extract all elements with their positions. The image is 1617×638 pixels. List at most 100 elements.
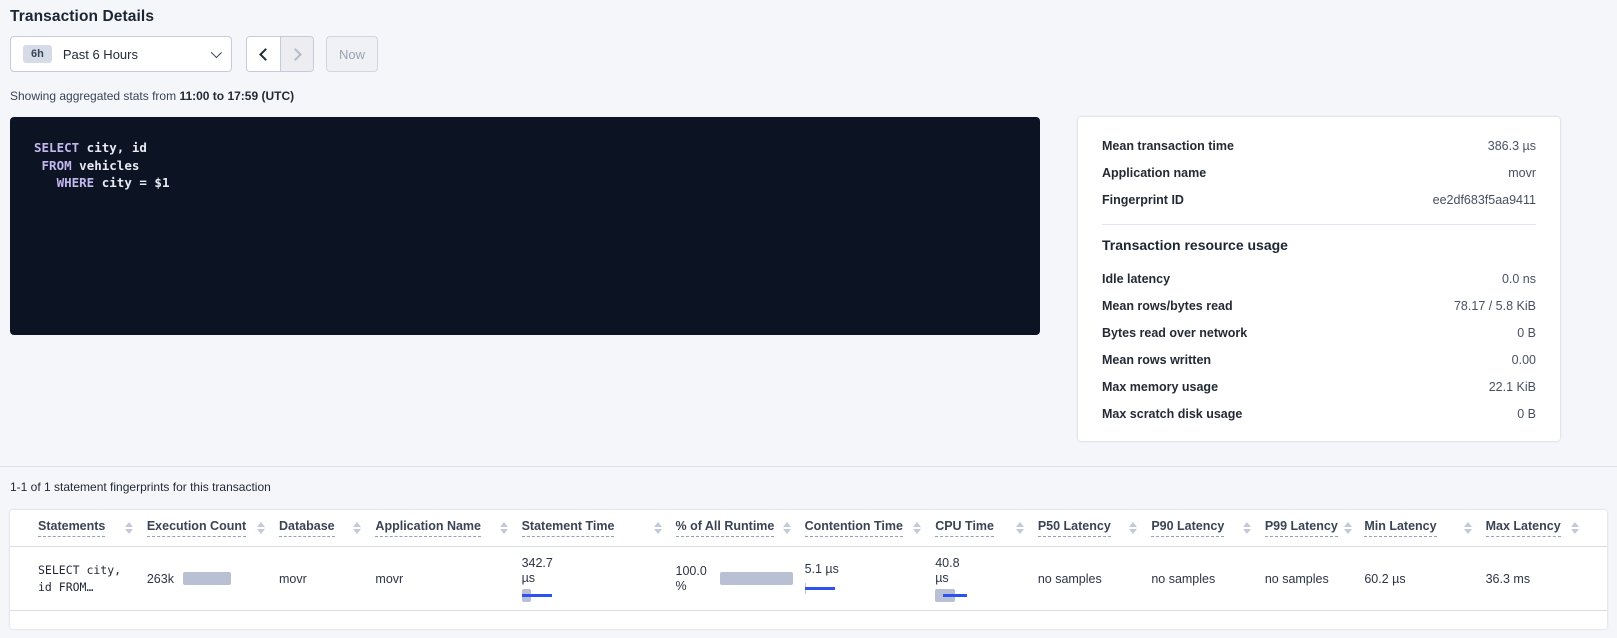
stat-value: 0 B xyxy=(1517,407,1536,421)
column-header-max-latency: Max Latency xyxy=(1486,519,1593,537)
cpu-time-value: 40.8 xyxy=(935,556,979,571)
chevron-right-icon xyxy=(289,48,302,61)
column-header-statement-time: Statement Time xyxy=(522,519,676,537)
sort-icon[interactable] xyxy=(913,522,921,534)
column-header-execution-count: Execution Count xyxy=(147,519,279,537)
transaction-summary-panel: Mean transaction time 386.3 µs Applicati… xyxy=(1078,117,1560,441)
execution-count-value: 263k xyxy=(147,572,174,586)
statement-fingerprint-link[interactable]: SELECT city, id FROM… xyxy=(38,562,147,596)
stat-label: Max scratch disk usage xyxy=(1102,407,1242,421)
sort-icon[interactable] xyxy=(1243,522,1251,534)
p50-latency-cell: no samples xyxy=(1038,572,1152,586)
contention-time-cell: 5.1 µs xyxy=(805,562,936,595)
cpu-time-cell: 40.8 µs xyxy=(935,556,1038,602)
statement-time-value: 342.7 xyxy=(522,556,566,571)
transaction-details-page: Transaction Details 6h Past 6 Hours Now … xyxy=(0,0,1617,629)
column-label[interactable]: Statements xyxy=(38,519,105,537)
stat-value: 0.0 ns xyxy=(1502,272,1536,286)
stat-row: Max scratch disk usage 0 B xyxy=(1102,400,1536,427)
time-controls: 6h Past 6 Hours Now xyxy=(10,36,1617,72)
now-button[interactable]: Now xyxy=(326,36,378,72)
next-range-button[interactable] xyxy=(280,37,313,71)
pct-runtime-bar xyxy=(720,572,792,585)
contention-time-value: 5.1 µs xyxy=(805,562,839,576)
statement-text-line1: SELECT city, xyxy=(38,563,121,577)
stat-label: Mean rows written xyxy=(1102,353,1211,367)
sort-icon[interactable] xyxy=(125,522,133,534)
execution-count-bar xyxy=(183,572,231,585)
stat-label: Idle latency xyxy=(1102,272,1170,286)
time-range-badge: 6h xyxy=(23,45,52,63)
column-label[interactable]: Statement Time xyxy=(522,519,615,537)
time-range-dropdown[interactable]: 6h Past 6 Hours xyxy=(10,36,232,72)
p99-latency-cell: no samples xyxy=(1265,572,1365,586)
stat-row: Mean transaction time 386.3 µs xyxy=(1102,132,1536,159)
sql-code: SELECT city, id FROM vehicles WHERE city… xyxy=(34,139,1016,192)
sort-icon[interactable] xyxy=(500,522,508,534)
sql-keyword: WHERE xyxy=(57,175,95,190)
sql-keyword: SELECT xyxy=(34,140,79,155)
page-title: Transaction Details xyxy=(10,0,1617,26)
sort-icon[interactable] xyxy=(1016,522,1024,534)
sort-icon[interactable] xyxy=(783,522,791,534)
sort-icon[interactable] xyxy=(1464,522,1472,534)
stat-row: Mean rows/bytes read 78.17 / 5.8 KiB xyxy=(1102,292,1536,319)
pct-runtime-unit: % xyxy=(676,579,687,593)
stat-value: movr xyxy=(1508,166,1536,180)
panel-divider xyxy=(1102,224,1536,225)
table-header-row: Statements Execution Count Database Appl… xyxy=(10,510,1607,547)
column-label[interactable]: Execution Count xyxy=(147,519,246,537)
sort-icon[interactable] xyxy=(1129,522,1137,534)
database-cell: movr xyxy=(279,572,375,586)
cpu-time-bar xyxy=(935,589,967,602)
column-label[interactable]: P99 Latency xyxy=(1265,519,1338,537)
stat-value: 22.1 KiB xyxy=(1489,380,1536,394)
column-header-min-latency: Min Latency xyxy=(1364,519,1485,537)
stat-label: Fingerprint ID xyxy=(1102,193,1184,207)
statement-time-unit: µs xyxy=(522,571,535,585)
chevron-down-icon xyxy=(211,47,222,58)
sort-icon[interactable] xyxy=(1571,522,1579,534)
stat-value: ee2df683f5aa9411 xyxy=(1433,193,1536,207)
prev-range-button[interactable] xyxy=(247,37,280,71)
sort-icon[interactable] xyxy=(353,522,361,534)
pct-runtime-value: 100.0 xyxy=(676,564,711,579)
column-label[interactable]: CPU Time xyxy=(935,519,994,537)
stat-label: Mean transaction time xyxy=(1102,139,1234,153)
column-header-cpu-time: CPU Time xyxy=(935,519,1038,537)
statement-time-bar xyxy=(522,589,552,602)
column-label[interactable]: Application Name xyxy=(375,519,481,537)
column-label[interactable]: % of All Runtime xyxy=(676,519,775,537)
column-label[interactable]: P90 Latency xyxy=(1151,519,1224,537)
sql-text: vehicles xyxy=(72,158,140,173)
table-row: SELECT city,id FROM… 263k movr movr 342.… xyxy=(10,547,1607,611)
max-latency-cell: 36.3 ms xyxy=(1486,572,1593,586)
stat-row: Mean rows written 0.00 xyxy=(1102,346,1536,373)
sort-icon[interactable] xyxy=(654,522,662,534)
statement-text-line2: id FROM… xyxy=(38,580,93,594)
column-label[interactable]: Max Latency xyxy=(1486,519,1561,537)
time-range-label: Past 6 Hours xyxy=(63,47,138,62)
column-header-p90-latency: P90 Latency xyxy=(1151,519,1265,537)
column-header-database: Database xyxy=(279,519,375,537)
column-label[interactable]: Contention Time xyxy=(805,519,903,537)
column-label[interactable]: Min Latency xyxy=(1364,519,1436,537)
sql-text: city = $1 xyxy=(94,175,169,190)
sort-icon[interactable] xyxy=(257,522,265,534)
column-header-application-name: Application Name xyxy=(375,519,521,537)
column-label[interactable]: P50 Latency xyxy=(1038,519,1111,537)
statements-table: Statements Execution Count Database Appl… xyxy=(10,510,1607,629)
sort-icon[interactable] xyxy=(1344,522,1352,534)
main-content: SELECT city, id FROM vehicles WHERE city… xyxy=(10,117,1617,441)
time-nav-group xyxy=(246,36,314,72)
stat-label: Max memory usage xyxy=(1102,380,1218,394)
stat-row: Bytes read over network 0 B xyxy=(1102,319,1536,346)
chevron-left-icon xyxy=(259,48,272,61)
stat-value: 0 B xyxy=(1517,326,1536,340)
p90-latency-cell: no samples xyxy=(1151,572,1265,586)
contention-time-bar xyxy=(805,582,835,595)
stat-row: Application name movr xyxy=(1102,159,1536,186)
column-label[interactable]: Database xyxy=(279,519,335,537)
sql-keyword: FROM xyxy=(42,158,72,173)
stat-value: 386.3 µs xyxy=(1488,139,1536,153)
